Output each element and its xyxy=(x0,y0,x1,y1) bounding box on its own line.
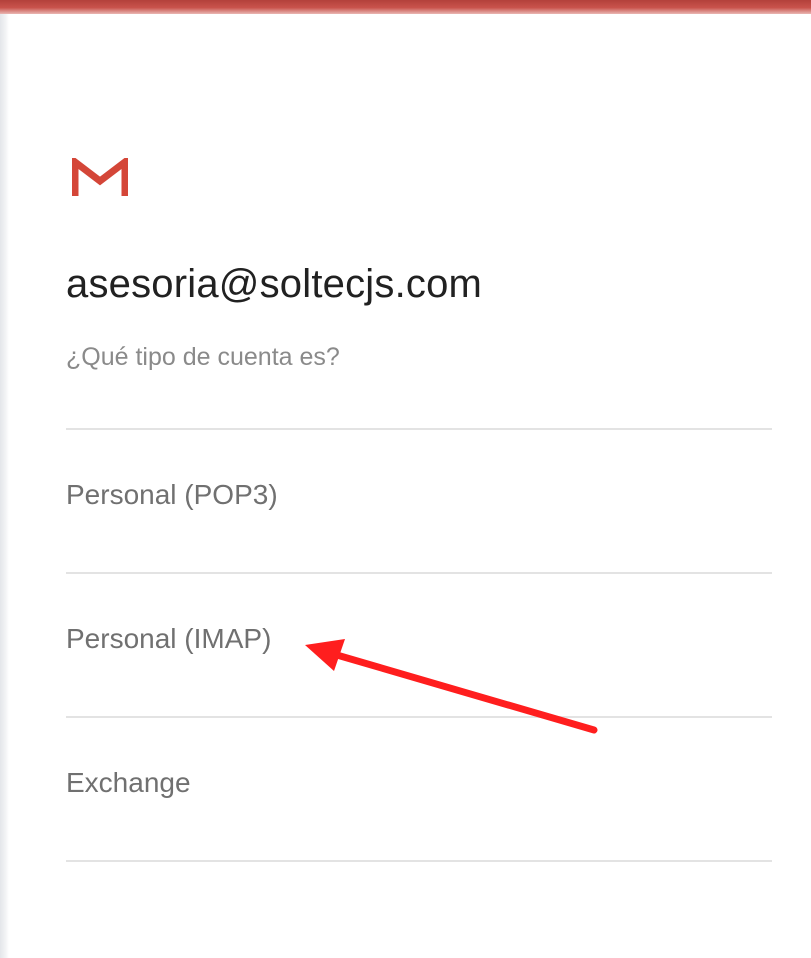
account-type-options: Personal (POP3) Personal (IMAP) Exchange xyxy=(66,428,772,862)
option-label: Exchange xyxy=(66,767,191,798)
left-edge-shadow xyxy=(0,14,9,958)
option-personal-pop3[interactable]: Personal (POP3) xyxy=(66,430,772,572)
option-exchange[interactable]: Exchange xyxy=(66,718,772,860)
account-type-screen: asesoria@soltecjs.com ¿Qué tipo de cuent… xyxy=(0,0,811,958)
option-label: Personal (POP3) xyxy=(66,479,278,510)
option-personal-imap[interactable]: Personal (IMAP) xyxy=(66,574,772,716)
account-type-question: ¿Qué tipo de cuenta es? xyxy=(66,343,340,371)
option-label: Personal (IMAP) xyxy=(66,623,272,654)
gmail-logo-icon xyxy=(72,158,128,196)
divider xyxy=(66,860,772,862)
account-email: asesoria@soltecjs.com xyxy=(66,262,483,306)
status-top-bar xyxy=(0,0,811,14)
